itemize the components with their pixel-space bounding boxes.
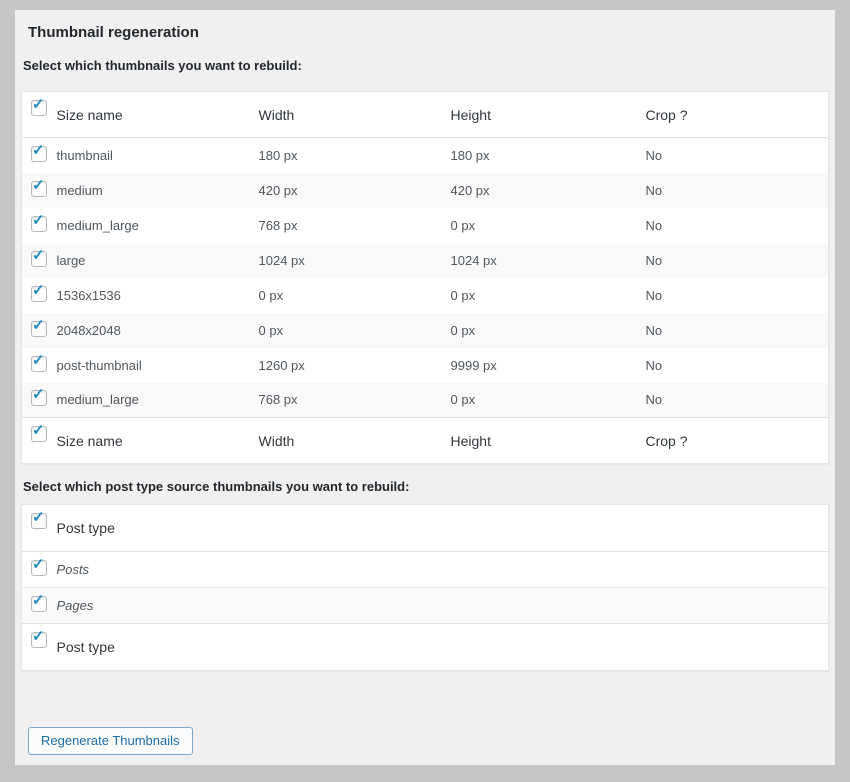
column-footer-post-type: Post type (57, 624, 829, 671)
checkmark-icon: ✓ (32, 248, 45, 263)
size-width: 768 px (259, 208, 451, 243)
checkmark-icon: ✓ (32, 510, 45, 525)
size-height: 0 px (451, 278, 646, 313)
post-types-header-row: ✓ Post type (22, 505, 829, 552)
column-header-size-name: Size name (57, 92, 259, 138)
post-types-table: ✓ Post type ✓ Posts ✓ Pages ✓ Post type (21, 504, 829, 671)
select-all-sizes-checkbox-bottom[interactable]: ✓ (31, 426, 47, 442)
size-crop: No (646, 208, 829, 243)
size-crop: No (646, 243, 829, 278)
size-height: 1024 px (451, 243, 646, 278)
size-checkbox[interactable]: ✓ (31, 216, 47, 232)
size-checkbox[interactable]: ✓ (31, 390, 47, 406)
sizes-footer-row: ✓ Size name Width Height Crop ? (22, 418, 829, 464)
size-width: 0 px (259, 313, 451, 348)
size-height: 420 px (451, 173, 646, 208)
checkmark-icon: ✓ (32, 283, 45, 298)
size-crop: No (646, 278, 829, 313)
size-row-medium-large-2: ✓ medium_large 768 px 0 px No (22, 383, 829, 418)
column-header-width: Width (259, 92, 451, 138)
size-width: 768 px (259, 383, 451, 418)
thumbnail-regeneration-panel: Thumbnail regeneration Select which thum… (15, 10, 835, 765)
size-width: 0 px (259, 278, 451, 313)
checkmark-icon: ✓ (32, 593, 45, 608)
column-footer-height: Height (451, 418, 646, 464)
size-height: 9999 px (451, 348, 646, 383)
column-header-crop: Crop ? (646, 92, 829, 138)
size-height: 0 px (451, 208, 646, 243)
size-name: medium (57, 173, 259, 208)
page-title: Thumbnail regeneration (28, 24, 829, 41)
post-type-label: Pages (57, 588, 829, 624)
size-crop: No (646, 173, 829, 208)
size-name: 2048x2048 (57, 313, 259, 348)
size-name: medium_large (57, 208, 259, 243)
column-footer-size-name: Size name (57, 418, 259, 464)
size-name: thumbnail (57, 138, 259, 173)
size-checkbox[interactable]: ✓ (31, 146, 47, 162)
size-width: 180 px (259, 138, 451, 173)
post-type-row-pages: ✓ Pages (22, 588, 829, 624)
post-types-section-label: Select which post type source thumbnails… (23, 479, 829, 494)
size-width: 1260 px (259, 348, 451, 383)
regenerate-thumbnails-button[interactable]: Regenerate Thumbnails (28, 727, 193, 755)
size-width: 420 px (259, 173, 451, 208)
post-type-label: Posts (57, 552, 829, 588)
size-crop: No (646, 383, 829, 418)
checkmark-icon: ✓ (32, 629, 45, 644)
size-name: large (57, 243, 259, 278)
checkmark-icon: ✓ (32, 353, 45, 368)
checkmark-icon: ✓ (32, 143, 45, 158)
checkmark-icon: ✓ (32, 557, 45, 572)
post-type-row-posts: ✓ Posts (22, 552, 829, 588)
column-header-post-type: Post type (57, 505, 829, 552)
checkmark-icon: ✓ (32, 318, 45, 333)
size-height: 0 px (451, 313, 646, 348)
size-height: 0 px (451, 383, 646, 418)
size-crop: No (646, 138, 829, 173)
size-row-post-thumbnail: ✓ post-thumbnail 1260 px 9999 px No (22, 348, 829, 383)
checkmark-icon: ✓ (32, 423, 45, 438)
size-width: 1024 px (259, 243, 451, 278)
column-footer-width: Width (259, 418, 451, 464)
column-header-height: Height (451, 92, 646, 138)
select-all-sizes-checkbox[interactable]: ✓ (31, 100, 47, 116)
size-checkbox[interactable]: ✓ (31, 286, 47, 302)
size-height: 180 px (451, 138, 646, 173)
size-row-2048x2048: ✓ 2048x2048 0 px 0 px No (22, 313, 829, 348)
post-type-checkbox[interactable]: ✓ (31, 560, 47, 576)
size-checkbox[interactable]: ✓ (31, 321, 47, 337)
column-footer-crop: Crop ? (646, 418, 829, 464)
sizes-header-row: ✓ Size name Width Height Crop ? (22, 92, 829, 138)
size-checkbox[interactable]: ✓ (31, 181, 47, 197)
size-row-thumbnail: ✓ thumbnail 180 px 180 px No (22, 138, 829, 173)
select-all-post-types-checkbox-bottom[interactable]: ✓ (31, 632, 47, 648)
size-row-large: ✓ large 1024 px 1024 px No (22, 243, 829, 278)
size-row-medium: ✓ medium 420 px 420 px No (22, 173, 829, 208)
sizes-section-label: Select which thumbnails you want to rebu… (23, 58, 829, 73)
size-crop: No (646, 313, 829, 348)
select-all-post-types-checkbox[interactable]: ✓ (31, 513, 47, 529)
size-row-medium-large: ✓ medium_large 768 px 0 px No (22, 208, 829, 243)
size-checkbox[interactable]: ✓ (31, 356, 47, 372)
post-type-checkbox[interactable]: ✓ (31, 596, 47, 612)
checkmark-icon: ✓ (32, 213, 45, 228)
size-name: 1536x1536 (57, 278, 259, 313)
post-types-footer-row: ✓ Post type (22, 624, 829, 671)
size-crop: No (646, 348, 829, 383)
thumbnail-sizes-table: ✓ Size name Width Height Crop ? ✓ thumbn… (21, 91, 829, 464)
checkmark-icon: ✓ (32, 178, 45, 193)
checkmark-icon: ✓ (32, 387, 45, 402)
size-row-1536x1536: ✓ 1536x1536 0 px 0 px No (22, 278, 829, 313)
size-checkbox[interactable]: ✓ (31, 251, 47, 267)
size-name: post-thumbnail (57, 348, 259, 383)
size-name: medium_large (57, 383, 259, 418)
checkmark-icon: ✓ (32, 97, 45, 112)
